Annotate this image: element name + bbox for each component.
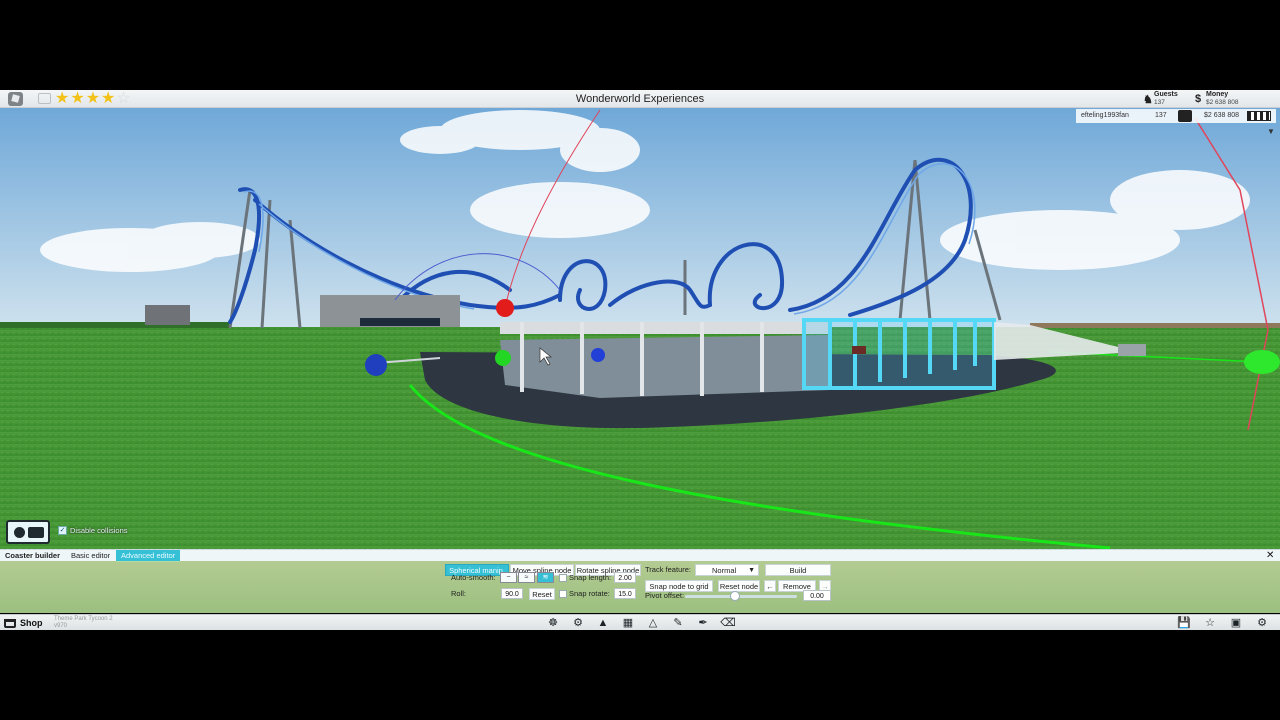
trash-icon[interactable]: ⌫ — [720, 616, 736, 630]
auto-smooth-label: Auto-smooth: — [451, 573, 496, 582]
pivot-offset-label: Pivot offset: — [645, 591, 685, 600]
roll-reset-button[interactable]: Reset — [529, 588, 555, 600]
pivot-offset-slider[interactable] — [685, 595, 797, 598]
rides-icon[interactable]: ☸ — [545, 616, 561, 630]
reset-node-button[interactable]: Reset node — [718, 580, 760, 592]
build-camera-button[interactable] — [6, 520, 50, 544]
handle-green[interactable] — [495, 350, 511, 366]
guests-icon: ♞ — [1143, 94, 1153, 106]
trophy-icon[interactable]: ☆ — [1202, 616, 1218, 630]
roll-field[interactable]: 90.0 — [501, 588, 523, 599]
horizon-fence — [1030, 323, 1280, 328]
game-name: Theme Park Tycoon 2 v970 — [54, 616, 113, 630]
previous-node-button[interactable]: ← — [764, 580, 776, 592]
arrow-left-icon: ← — [766, 582, 774, 591]
player-name: efteling1993fan — [1081, 112, 1129, 119]
food-icon[interactable]: ⚙ — [570, 616, 586, 630]
player-avatar — [1178, 110, 1192, 122]
coaster-car — [852, 346, 866, 354]
snap-length-label: Snap length: — [569, 573, 612, 582]
pivot-offset-slider-handle[interactable] — [730, 591, 741, 601]
horizon-trees — [0, 322, 230, 328]
wrench-icon — [14, 527, 25, 538]
settings-icon[interactable]: ⚙ — [1254, 616, 1270, 630]
cart-icon — [4, 618, 16, 628]
build-tools: ☸ ⚙ ▲ ▦ △ ✎ ✒ ⌫ — [545, 616, 736, 630]
checkered-flag-icon — [1247, 111, 1271, 121]
screen: ★ ★ ★ ★ ☆ Wonderworld Experiences ♞ Guests 1… — [0, 0, 1280, 720]
tree-icon[interactable]: ▲ — [595, 616, 611, 630]
snap-rotate-field[interactable]: 15.0 — [614, 588, 636, 599]
snap-length-checkbox[interactable] — [559, 574, 567, 582]
player-list-collapse-icon[interactable]: ▼ — [1267, 127, 1275, 136]
selected-track-segment — [802, 318, 996, 390]
track-end-block — [1118, 344, 1146, 356]
editor-tab-row: Coaster builder Basic editor Advanced ed… — [0, 549, 1280, 562]
chevron-down-icon: ▼ — [748, 567, 755, 574]
build-button[interactable]: Build — [765, 564, 831, 576]
brush-icon[interactable]: ✒ — [695, 616, 711, 630]
guests-stat: ♞ Guests 137 — [1143, 91, 1188, 107]
track-feature-value: Normal — [712, 566, 737, 575]
handle-green-far[interactable] — [1244, 350, 1280, 374]
bottom-toolbar: Shop Theme Park Tycoon 2 v970 ☸ ⚙ ▲ ▦ △ … — [0, 614, 1280, 630]
game-window: ★ ★ ★ ★ ☆ Wonderworld Experiences ♞ Guests 1… — [0, 90, 1280, 630]
handle-blue-left[interactable] — [365, 354, 387, 376]
smooth-medium-icon[interactable]: ≈ — [518, 572, 535, 583]
advanced-editor-controls: Spherical manip. Move spline node Rotate… — [445, 564, 835, 612]
player-money: $2 638 808 — [1204, 112, 1240, 119]
handle-red[interactable] — [496, 299, 514, 317]
pool-wall — [500, 322, 830, 334]
player-list-row[interactable]: efteling1993fan 137 $2 638 808 — [1076, 109, 1276, 123]
roll-label: Roll: — [451, 589, 467, 598]
smooth-none-icon[interactable]: ~ — [500, 572, 517, 583]
terrain-icon[interactable]: △ — [645, 616, 661, 630]
paint-icon[interactable]: ✎ — [670, 616, 686, 630]
pool-water — [500, 335, 830, 398]
system-tools: 💾 ☆ ▣ ⚙ — [1176, 616, 1270, 630]
money-icon: $ — [1195, 93, 1202, 105]
camera-icon — [28, 527, 44, 538]
game-version-text: v970 — [54, 623, 68, 629]
player-guests: 137 — [1155, 112, 1167, 119]
save-icon[interactable]: 💾 — [1176, 616, 1192, 630]
track-feature-dropdown[interactable]: Normal ▼ — [695, 564, 759, 576]
snap-rotate-checkbox[interactable] — [559, 590, 567, 598]
money-value: $2 638 808 — [1206, 99, 1239, 106]
disable-collisions-checkbox[interactable]: ✓ — [58, 526, 67, 535]
track-feature-label: Track feature: — [645, 565, 691, 574]
calendar-icon[interactable]: ▣ — [1228, 616, 1244, 630]
smooth-full-icon[interactable]: ≋ — [537, 572, 554, 583]
game-name-text: Theme Park Tycoon 2 — [54, 616, 113, 622]
money-stat: $ Money $2 638 808 — [1195, 91, 1275, 107]
snap-rotate-label: Snap rotate: — [569, 589, 610, 598]
shop-button[interactable]: Shop — [4, 616, 43, 630]
park-title: Wonderworld Experiences — [575, 93, 705, 105]
guests-value: 137 — [1154, 99, 1165, 106]
top-bar: ★ ★ ★ ★ ☆ Wonderworld Experiences ♞ Guests 1… — [0, 90, 1280, 108]
path-icon[interactable]: ▦ — [620, 616, 636, 630]
snap-length-field[interactable]: 2.00 — [614, 572, 636, 583]
money-label: Money — [1206, 91, 1229, 98]
shop-label: Shop — [20, 618, 43, 628]
guests-label: Guests — [1154, 91, 1178, 98]
pivot-offset-field[interactable]: 0.00 — [803, 590, 831, 601]
handle-blue-right[interactable] — [591, 348, 605, 362]
disable-collisions-label: Disable collisions — [70, 526, 128, 535]
disable-collisions-toggle[interactable]: ✓ Disable collisions — [58, 526, 128, 535]
